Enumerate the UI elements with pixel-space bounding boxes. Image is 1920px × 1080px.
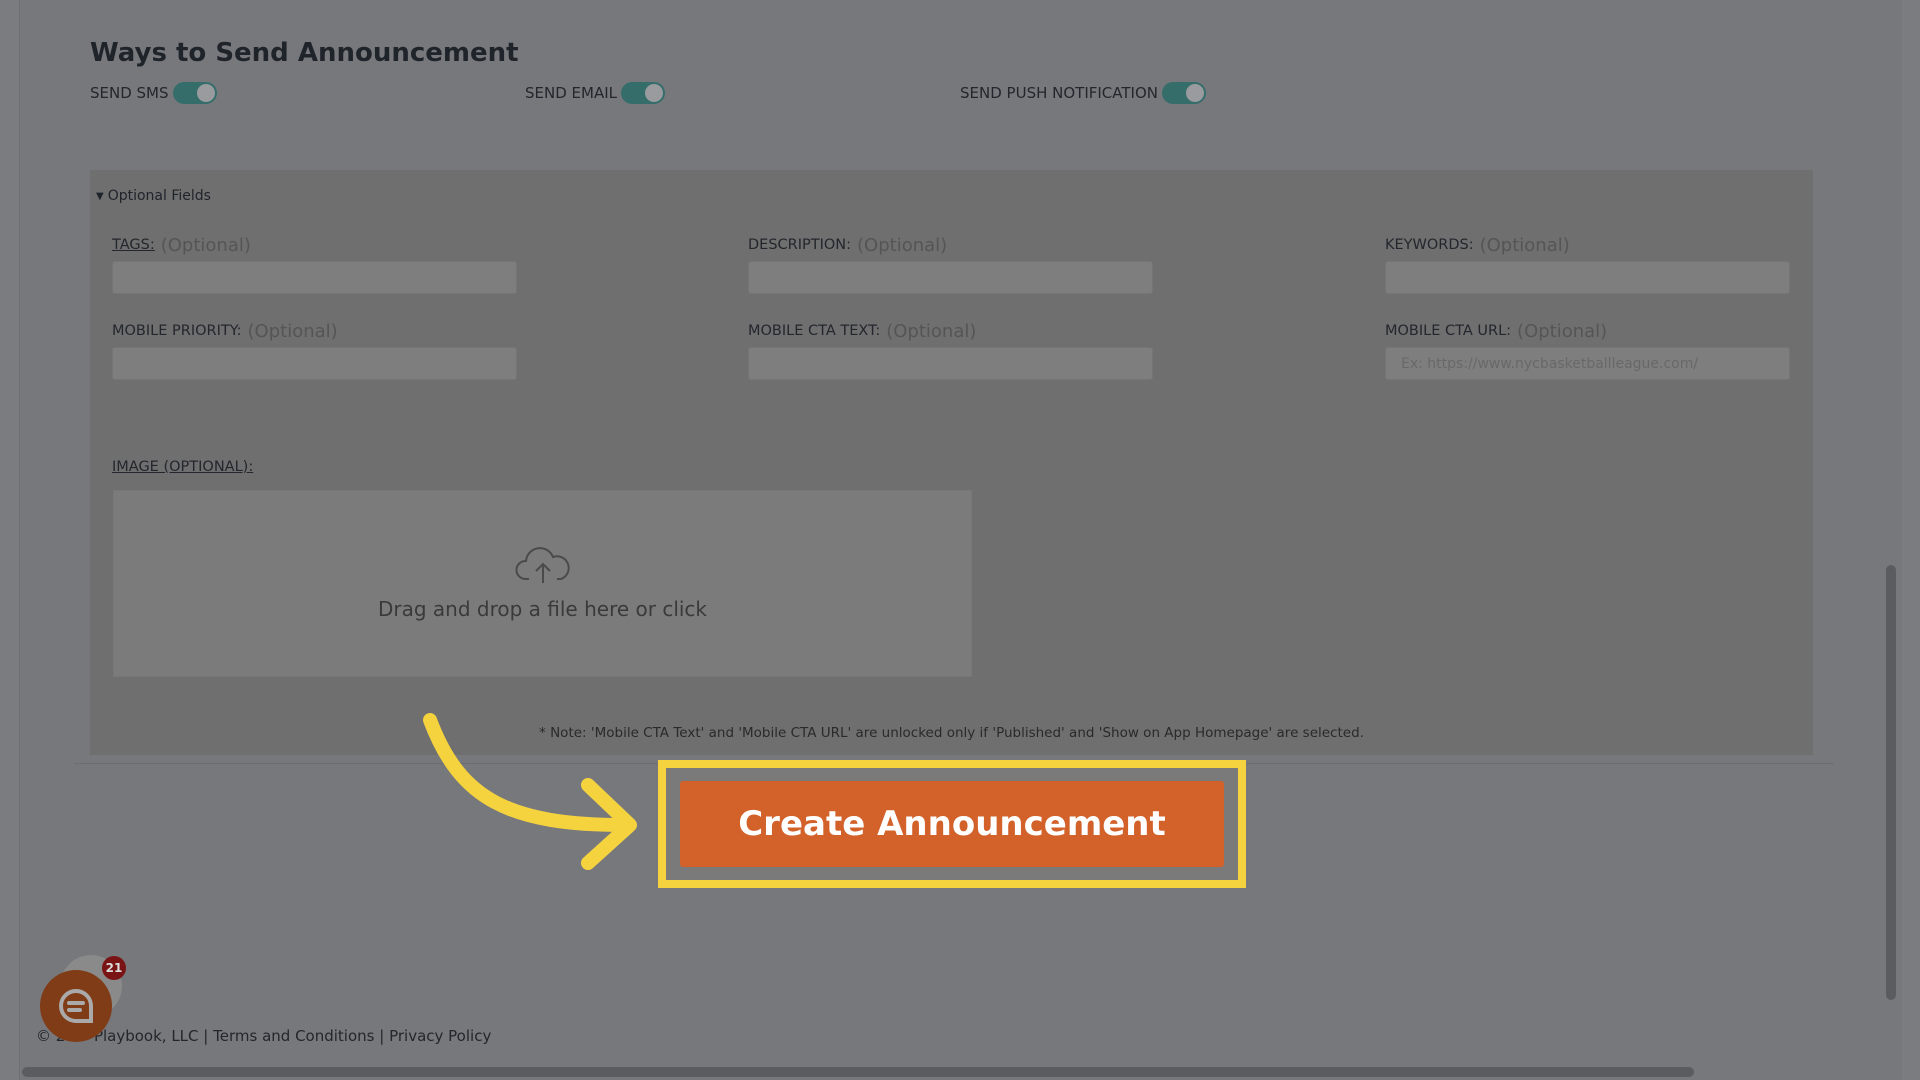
mobile-priority-input[interactable] <box>112 347 517 380</box>
send-email-toggle[interactable] <box>621 82 665 104</box>
mobile-priority-label: MOBILE PRIORITY: <box>112 323 242 339</box>
page-left-edge <box>0 0 20 1080</box>
tags-label: TAGS: <box>112 237 155 253</box>
horizontal-scrollbar[interactable] <box>22 1067 1694 1077</box>
tags-input[interactable] <box>112 261 517 294</box>
mobile-priority-field: MOBILE PRIORITY: (Optional) <box>112 319 517 380</box>
footer: © 20 Playbook, LLC | Terms and Condition… <box>36 1027 491 1045</box>
separator: | <box>203 1027 209 1045</box>
send-push-toggle[interactable] <box>1161 82 1206 104</box>
tags-field: TAGS: (Optional) <box>112 233 517 294</box>
separator: | <box>379 1027 385 1045</box>
description-field: DESCRIPTION: (Optional) <box>748 233 1153 294</box>
image-label-row: IMAGE (OPTIONAL): <box>112 455 253 479</box>
dropzone-text: Drag and drop a file here or click <box>377 596 708 621</box>
callout-arrow-icon <box>423 713 637 870</box>
optional-fields-toggle[interactable]: ▼ Optional Fields <box>96 188 211 204</box>
chevron-down-icon: ▼ <box>96 190 104 202</box>
chat-bubble-icon <box>59 988 93 1023</box>
create-announcement-button[interactable]: Create Announcement <box>680 781 1224 867</box>
description-input[interactable] <box>748 261 1153 294</box>
terms-link[interactable]: Terms and Conditions <box>213 1027 374 1045</box>
optional-hint: (Optional) <box>857 234 948 256</box>
send-sms-toggle[interactable] <box>172 82 217 104</box>
send-sms-label: SEND SMS <box>90 84 169 102</box>
page-right-edge <box>1902 0 1920 1080</box>
optional-hint: (Optional) <box>160 234 251 256</box>
vertical-scrollbar[interactable] <box>1886 565 1896 1000</box>
create-button-highlight: Create Announcement <box>658 760 1246 888</box>
keywords-label: KEYWORDS: <box>1385 237 1474 253</box>
notification-badge: 21 <box>102 956 126 980</box>
chat-button[interactable] <box>40 970 112 1042</box>
optional-hint: (Optional) <box>886 320 977 342</box>
optional-hint: (Optional) <box>247 320 338 342</box>
mobile-cta-text-input[interactable] <box>748 347 1153 380</box>
send-push-toggle-row: SEND PUSH NOTIFICATION <box>960 82 1206 104</box>
optional-hint: (Optional) <box>1517 320 1608 342</box>
cloud-upload-icon <box>515 546 570 583</box>
send-email-toggle-row: SEND EMAIL <box>525 82 665 104</box>
optional-fields-panel: ▼ Optional Fields TAGS: (Optional) DESCRI… <box>90 170 1813 755</box>
section-title: Ways to Send Announcement <box>90 38 519 68</box>
optional-fields-label: Optional Fields <box>107 188 211 204</box>
keywords-field: KEYWORDS: (Optional) <box>1385 233 1790 294</box>
send-email-label: SEND EMAIL <box>525 84 617 102</box>
mobile-cta-url-field: MOBILE CTA URL: (Optional) Ex: https://ww… <box>1385 319 1790 380</box>
keywords-input[interactable] <box>1385 261 1790 294</box>
send-push-label: SEND PUSH NOTIFICATION <box>960 84 1158 102</box>
image-dropzone[interactable]: Drag and drop a file here or click <box>113 490 972 677</box>
privacy-link[interactable]: Privacy Policy <box>389 1027 491 1045</box>
mobile-cta-url-label: MOBILE CTA URL: <box>1385 323 1512 339</box>
mobile-cta-text-label: MOBILE CTA TEXT: <box>748 323 881 339</box>
company-name: Playbook, LLC <box>93 1027 199 1045</box>
description-label: DESCRIPTION: <box>748 237 852 253</box>
mobile-cta-note: * Note: 'Mobile CTA Text' and 'Mobile CT… <box>539 725 1364 741</box>
mobile-cta-url-input[interactable]: Ex: https://www.nycbasketballleague.com/ <box>1385 347 1790 380</box>
send-sms-toggle-row: SEND SMS <box>90 82 217 104</box>
optional-hint: (Optional) <box>1479 234 1570 256</box>
mobile-cta-text-field: MOBILE CTA TEXT: (Optional) <box>748 319 1153 380</box>
image-label: IMAGE (OPTIONAL): <box>112 459 254 475</box>
